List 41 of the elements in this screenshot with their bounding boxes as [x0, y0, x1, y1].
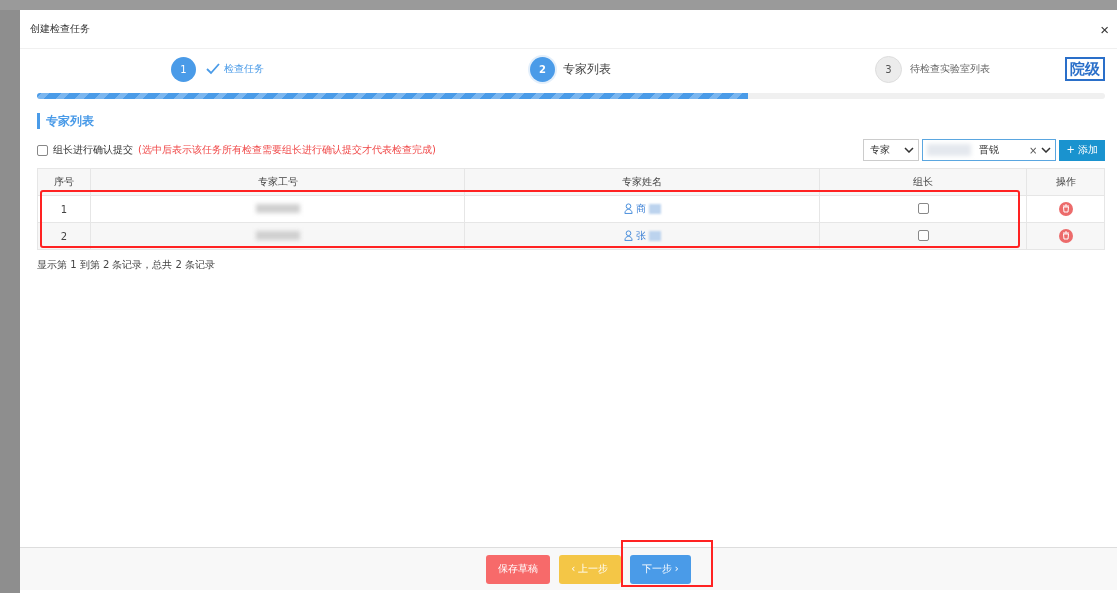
- checkbox-label: 组长进行确认提交: [53, 143, 133, 157]
- section-title: 专家列表: [37, 113, 1105, 129]
- delete-icon[interactable]: [1058, 229, 1073, 243]
- level-badge: 院级: [1065, 57, 1105, 81]
- blurred-patch: [255, 203, 300, 213]
- step-label: 待检查实验室列表: [910, 62, 990, 76]
- pagination-info: 显示第 1 到第 2 条记录，总共 2 条记录: [37, 258, 217, 272]
- expert-select[interactable]: 晋锐 ×: [922, 139, 1057, 161]
- column-header: 专家工号: [90, 168, 465, 196]
- delete-icon[interactable]: [1058, 202, 1073, 216]
- hint-text: (选中后表示该任务所有检查需要组长进行确认提交才代表检查完成): [138, 143, 436, 157]
- step-number: 3: [875, 55, 902, 83]
- blurred-patch: [927, 144, 972, 156]
- table-cell: 1: [37, 195, 91, 223]
- close-button[interactable]: ×: [1098, 20, 1111, 38]
- step-number: 1: [171, 56, 196, 82]
- blurred-patch: [255, 230, 300, 240]
- column-header: 操作: [1026, 168, 1105, 196]
- check-icon: [206, 63, 220, 75]
- footer-button[interactable]: 下一步 ›: [629, 554, 691, 584]
- step-number: 2: [530, 56, 555, 82]
- user-icon: [623, 203, 633, 215]
- column-header: 组长: [819, 168, 1027, 196]
- column-header: 序号: [37, 168, 91, 196]
- caret-icon: [904, 147, 915, 153]
- step-label: 检查任务: [224, 62, 264, 76]
- blurred-patch: [648, 203, 661, 214]
- user-icon: [623, 230, 633, 242]
- add-button[interactable]: + 添加: [1059, 139, 1105, 161]
- expert-name-link[interactable]: 商: [635, 201, 646, 216]
- leader-checkbox[interactable]: [917, 229, 929, 241]
- footer-button[interactable]: 保存草稿: [486, 554, 551, 584]
- leader-checkbox[interactable]: [917, 202, 929, 214]
- column-header: 专家姓名: [464, 168, 820, 196]
- checkbox[interactable]: [37, 144, 48, 156]
- expert-name-link[interactable]: 张: [635, 228, 646, 243]
- dialog-title: 创建检查任务: [30, 22, 90, 36]
- blurred-patch: [648, 230, 661, 241]
- role-select[interactable]: 专家: [863, 139, 920, 161]
- step-label: 专家列表: [563, 60, 611, 78]
- caret-icon: [1041, 147, 1052, 153]
